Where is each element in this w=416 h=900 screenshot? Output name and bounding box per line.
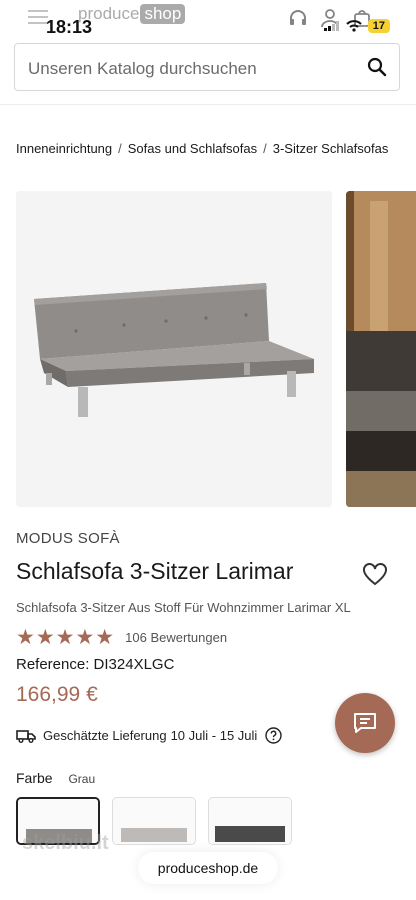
battery-indicator: 17 <box>367 19 390 33</box>
search-icon[interactable] <box>367 57 387 77</box>
chat-icon <box>354 713 376 733</box>
breadcrumb-item-3-sitzer[interactable]: 3-Sitzer Schlafsofas <box>273 141 389 156</box>
product-brand: MODUS SOFÀ <box>16 530 120 547</box>
star-rating-icons: ★★★★★ <box>16 626 116 649</box>
breadcrumb-item-inneneinrichtung[interactable]: Inneneinrichtung <box>16 141 112 156</box>
product-image-next[interactable] <box>346 191 416 507</box>
breadcrumb-item-sofas[interactable]: Sofas und Schlafsofas <box>128 141 257 156</box>
swatch-image <box>113 798 195 844</box>
breadcrumb-separator: / <box>263 141 267 156</box>
delivery-dates: 10 Juli - 15 Juli <box>170 728 258 743</box>
product-price: 166,99 € <box>16 683 98 706</box>
reviews-count[interactable]: 106 Bewertungen <box>125 630 227 645</box>
product-subtitle: Schlafsofa 3-Sitzer Aus Stoff Für Wohnzi… <box>16 600 351 615</box>
headset-icon[interactable] <box>288 8 308 28</box>
product-image-main[interactable] <box>16 191 332 507</box>
truck-icon <box>16 729 36 743</box>
signal-icon <box>323 21 339 31</box>
chat-button[interactable] <box>335 693 395 753</box>
system-icons: 17 <box>323 19 390 33</box>
swatch-image <box>209 798 291 844</box>
color-value: Grau <box>68 772 96 786</box>
watermark: skelbiu.lt <box>22 832 109 854</box>
product-reference: Reference: DI324XLGC <box>16 656 175 673</box>
header-divider <box>0 104 416 105</box>
heart-icon[interactable] <box>362 563 388 587</box>
wifi-icon <box>346 20 362 32</box>
sofa-image <box>16 191 332 507</box>
color-selector: Farbe Grau <box>16 770 95 786</box>
logo-badge: shop <box>140 4 186 24</box>
delivery-label: Geschätzte Lieferung <box>43 728 167 743</box>
menu-icon[interactable] <box>28 10 48 24</box>
delivery-estimate: Geschätzte Lieferung 10 Juli - 15 Juli <box>16 727 282 744</box>
help-icon[interactable] <box>265 727 282 744</box>
search-bar <box>14 43 400 91</box>
color-swatch-dark[interactable] <box>208 797 292 845</box>
breadcrumb-separator: / <box>118 141 122 156</box>
color-swatch-light[interactable] <box>112 797 196 845</box>
room-image <box>346 191 416 507</box>
breadcrumb: Inneneinrichtung / Sofas und Schlafsofas / 3… <box>16 140 396 157</box>
search-input[interactable] <box>26 58 360 80</box>
status-time: 18:13 <box>46 17 93 37</box>
produceshop-logo[interactable]: produce shop <box>78 4 186 24</box>
product-title: Schlafsofa 3-Sitzer Larimar <box>16 558 294 584</box>
product-rating[interactable]: ★★★★★ 106 Bewertungen <box>16 625 227 650</box>
status-bar: produce shop 18:13 17 <box>0 0 416 40</box>
color-label: Farbe <box>16 770 53 786</box>
browser-url-pill[interactable]: produceshop.de <box>138 852 278 884</box>
